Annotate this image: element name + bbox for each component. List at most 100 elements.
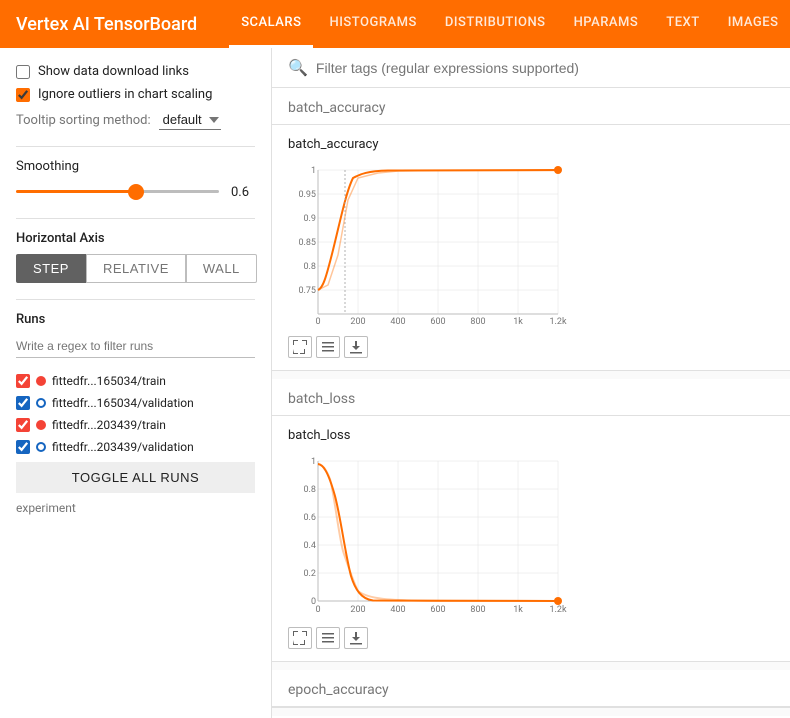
- svg-text:800: 800: [470, 605, 485, 615]
- nav-distributions[interactable]: DISTRIBUTIONS: [433, 0, 558, 48]
- run4-checkbox[interactable]: [16, 440, 30, 454]
- tooltip-row: Tooltip sorting method: default: [16, 110, 255, 130]
- loss-end-dot: [554, 597, 562, 605]
- show-download-label: Show data download links: [38, 64, 189, 79]
- experiment-label: experiment: [16, 501, 255, 515]
- chart-svg-batch-accuracy: 1 0.95 0.9 0.85 0.8 0.75 0 200 400 600 8…: [288, 160, 568, 330]
- axis-step-btn[interactable]: STEP: [16, 254, 86, 283]
- svg-text:0: 0: [315, 605, 320, 615]
- tooltip-label: Tooltip sorting method:: [16, 113, 151, 128]
- svg-text:200: 200: [350, 605, 365, 615]
- run-item: fittedfr...165034/validation: [16, 392, 255, 414]
- run-item: fittedfr...203439/validation: [16, 436, 255, 458]
- svg-text:0.85: 0.85: [298, 238, 316, 248]
- section-title-epoch-accuracy: epoch_accuracy: [272, 670, 790, 707]
- run2-checkbox[interactable]: [16, 396, 30, 410]
- axis-wall-btn[interactable]: WALL: [186, 254, 257, 283]
- svg-text:0: 0: [315, 317, 320, 327]
- axis-label: Horizontal Axis: [16, 231, 255, 246]
- divider-1: [16, 146, 255, 147]
- section-divider-1: [272, 370, 790, 371]
- nav-bar: SCALARS HISTOGRAMS DISTRIBUTIONS HPARAMS…: [229, 0, 790, 48]
- expand-chart-btn[interactable]: [288, 336, 312, 358]
- section-title-batch-loss: batch_loss: [272, 379, 790, 416]
- smoothing-value: 0.6: [231, 185, 255, 200]
- run4-name: fittedfr...203439/validation: [52, 440, 194, 454]
- chart-wrapper-batch-loss: 1 0.8 0.6 0.4 0.2 0 0 200 400 600 800 1k…: [288, 451, 568, 621]
- ignore-outliers-row[interactable]: Ignore outliers in chart scaling: [16, 87, 255, 102]
- section-epoch-accuracy: epoch_accuracy: [272, 670, 790, 707]
- download-loss-btn[interactable]: [344, 627, 368, 649]
- smoothing-row: 0.6: [16, 182, 255, 202]
- smoothing-slider-container: [16, 182, 219, 202]
- smoothing-slider[interactable]: [16, 190, 219, 193]
- run-item: fittedfr...203439/train: [16, 414, 255, 436]
- data-list-btn[interactable]: [316, 336, 340, 358]
- list-icon: [321, 340, 335, 354]
- svg-text:1k: 1k: [513, 605, 523, 615]
- svg-text:1.2k: 1.2k: [549, 605, 566, 615]
- svg-text:1: 1: [311, 166, 316, 176]
- axis-relative-btn[interactable]: RELATIVE: [86, 254, 186, 283]
- nav-text[interactable]: TEXT: [654, 0, 711, 48]
- list-icon: [321, 631, 335, 645]
- chart-wrapper-batch-accuracy: 1 0.95 0.9 0.85 0.8 0.75 0 200 400 600 8…: [288, 160, 568, 330]
- run2-dot: [36, 398, 46, 408]
- svg-text:600: 600: [430, 605, 445, 615]
- toggle-all-runs-button[interactable]: TOGGLE ALL RUNS: [16, 462, 255, 493]
- svg-text:0.6: 0.6: [304, 513, 317, 523]
- search-bar: 🔍: [272, 48, 790, 88]
- run2-name: fittedfr...165034/validation: [52, 396, 194, 410]
- section-divider-2: [272, 661, 790, 662]
- tooltip-select[interactable]: default: [159, 110, 221, 130]
- main-content: 🔍 batch_accuracy batch_accuracy: [272, 48, 790, 718]
- svg-text:0.9: 0.9: [304, 214, 317, 224]
- sidebar: Show data download links Ignore outliers…: [0, 48, 272, 718]
- svg-text:1.2k: 1.2k: [549, 317, 566, 327]
- section-batch-accuracy: batch_accuracy batch_accuracy: [272, 88, 790, 370]
- run3-checkbox[interactable]: [16, 418, 30, 432]
- header: Vertex AI TensorBoard SCALARS HISTOGRAMS…: [0, 0, 790, 48]
- smoothing-section: Smoothing 0.6: [16, 159, 255, 202]
- runs-label: Runs: [16, 312, 255, 327]
- show-download-checkbox[interactable]: [16, 65, 30, 79]
- options-section: Show data download links Ignore outliers…: [16, 64, 255, 130]
- svg-text:1k: 1k: [513, 317, 523, 327]
- svg-text:0.8: 0.8: [304, 485, 317, 495]
- nav-images[interactable]: IMAGES: [716, 0, 790, 48]
- chart-card-batch-loss: batch_loss: [272, 416, 790, 661]
- chart-title-batch-loss: batch_loss: [288, 428, 774, 443]
- run1-checkbox[interactable]: [16, 374, 30, 388]
- nav-hparams[interactable]: HPARAMS: [562, 0, 651, 48]
- run1-name: fittedfr...165034/train: [52, 374, 166, 388]
- search-input[interactable]: [316, 60, 774, 76]
- chart-actions-batch-accuracy: [288, 330, 774, 362]
- svg-text:1: 1: [311, 457, 316, 467]
- svg-text:600: 600: [430, 317, 445, 327]
- data-list-loss-btn[interactable]: [316, 627, 340, 649]
- svg-text:0.75: 0.75: [298, 286, 316, 296]
- ignore-outliers-checkbox[interactable]: [16, 88, 30, 102]
- expand-loss-btn[interactable]: [288, 627, 312, 649]
- svg-text:0.95: 0.95: [298, 190, 316, 200]
- layout: Show data download links Ignore outliers…: [0, 48, 790, 718]
- ignore-outliers-label: Ignore outliers in chart scaling: [38, 87, 212, 102]
- nav-scalars[interactable]: SCALARS: [229, 0, 313, 48]
- svg-text:0.8: 0.8: [304, 262, 317, 272]
- section-divider-3: [272, 707, 790, 708]
- download-chart-btn[interactable]: [344, 336, 368, 358]
- show-download-row[interactable]: Show data download links: [16, 64, 255, 79]
- run-item: fittedfr...165034/train: [16, 370, 255, 392]
- svg-text:400: 400: [390, 317, 405, 327]
- expand-icon: [293, 631, 307, 645]
- app-logo: Vertex AI TensorBoard: [16, 14, 197, 35]
- svg-text:400: 400: [390, 605, 405, 615]
- chart-card-batch-accuracy: batch_accuracy: [272, 125, 790, 370]
- nav-histograms[interactable]: HISTOGRAMS: [317, 0, 428, 48]
- section-title-batch-accuracy: batch_accuracy: [272, 88, 790, 125]
- smoothing-label: Smoothing: [16, 159, 255, 174]
- svg-text:800: 800: [470, 317, 485, 327]
- chart-title-batch-accuracy: batch_accuracy: [288, 137, 774, 152]
- runs-filter-input[interactable]: [16, 335, 255, 358]
- download-icon: [349, 340, 363, 354]
